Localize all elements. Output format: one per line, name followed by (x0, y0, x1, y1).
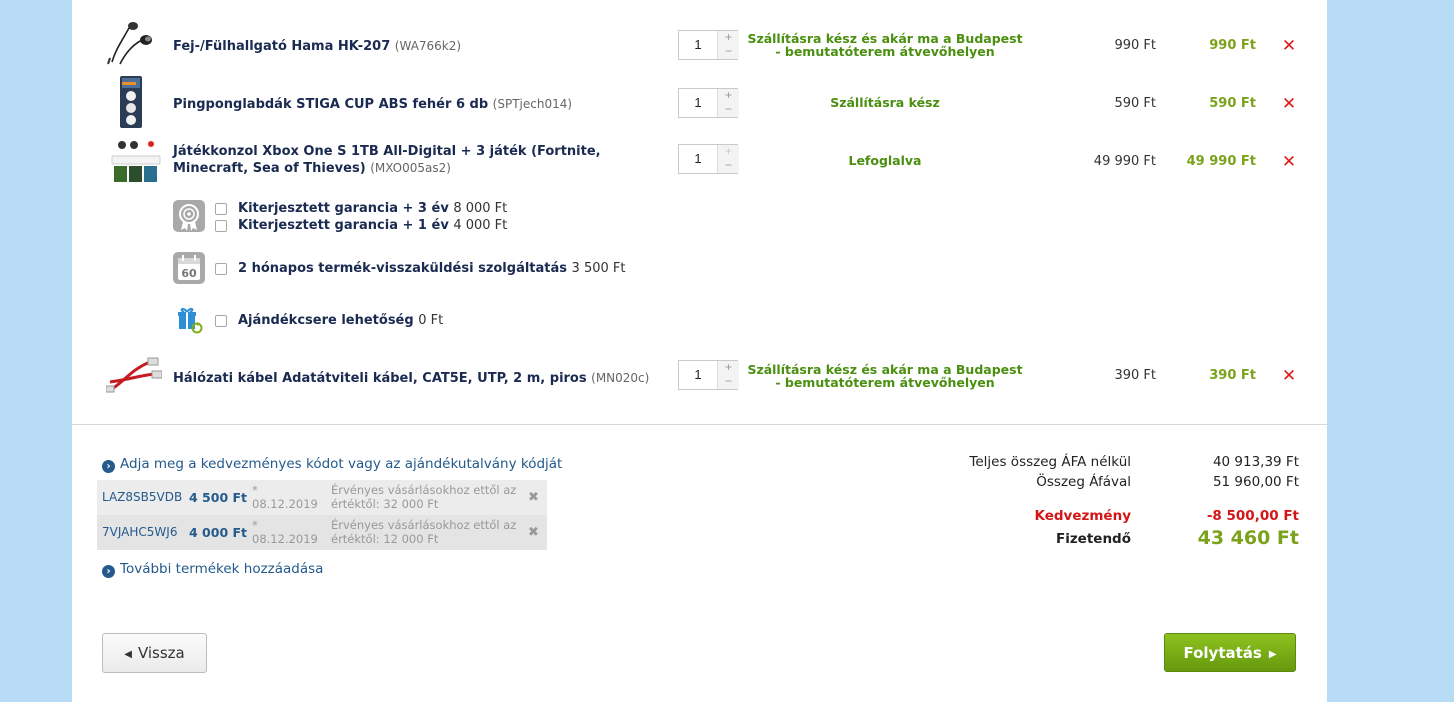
quantity-stepper[interactable]: 1 + − (678, 360, 739, 390)
availability-status: Szállításra kész (830, 95, 940, 110)
warranty-3-price: 8 000 Ft (453, 201, 508, 216)
calendar-days-text: 60 (181, 267, 197, 280)
quantity-input[interactable]: 1 (679, 145, 717, 173)
line-total: 390 Ft (1209, 368, 1256, 383)
coupon-date: * 08.12.2019 (252, 483, 318, 511)
remove-coupon-icon[interactable]: ✖ (528, 490, 539, 505)
earphones-image[interactable] (106, 18, 162, 66)
warranty-1-price: 4 000 Ft (453, 218, 508, 233)
gift-exchange-checkbox[interactable] (215, 315, 227, 327)
coupon-code: LAZ8SB5VDB (102, 490, 183, 504)
quantity-stepper[interactable]: 1 + − (678, 30, 739, 60)
discount-code-link[interactable]: › Adja meg a kedvezményes kódot vagy az a… (102, 456, 562, 473)
line-total: 590 Ft (1209, 96, 1256, 111)
caret-right-icon: ▶ (1268, 649, 1277, 660)
pingpong-balls-image[interactable] (116, 74, 148, 130)
product-name[interactable]: Hálózati kábel Adatátviteli kábel, CAT5E… (173, 370, 649, 387)
caret-left-icon: ◀ (124, 649, 132, 660)
coupon-row: LAZ8SB5VDB 4 500 Ft * 08.12.2019 Érvénye… (97, 480, 547, 515)
product-name[interactable]: Fej-/Fülhallgató Hama HK-207 (WA766k2) (173, 38, 461, 55)
coupon-date: * 08.12.2019 (252, 518, 318, 546)
remove-item-icon[interactable]: ✕ (1280, 367, 1298, 385)
cart-item: Fej-/Fülhallgató Hama HK-207 (WA766k2) 1… (72, 18, 1327, 74)
coupon-list: LAZ8SB5VDB 4 500 Ft * 08.12.2019 Érvénye… (97, 480, 547, 550)
minus-icon[interactable]: − (717, 375, 739, 389)
quantity-input[interactable]: 1 (679, 361, 717, 389)
network-cable-image[interactable] (106, 350, 162, 398)
cart-item: Pingponglabdák STIGA CUP ABS fehér 6 db … (72, 74, 1327, 130)
minus-icon[interactable]: − (717, 159, 739, 173)
warranty-3-checkbox[interactable] (215, 203, 227, 215)
gift-exchange-icon (178, 307, 203, 334)
coupon-amount: 4 000 Ft (189, 525, 248, 540)
warranty-1-label[interactable]: Kiterjesztett garancia + 1 év 4 000 Ft (238, 218, 507, 233)
payable-label: Fizetendő (1055, 531, 1131, 547)
coupon-description: Érvényes vásárlásokhoz ettől az értéktől… (331, 483, 517, 511)
continue-button[interactable]: Folytatás ▶ (1164, 633, 1296, 672)
unit-price: 49 990 Ft (1093, 154, 1156, 169)
discount-label: Kedvezmény (1034, 508, 1132, 524)
remove-coupon-icon[interactable]: ✖ (528, 525, 539, 540)
coupon-code: 7VJAHC5WJ6 (102, 525, 178, 539)
gross-total-label: Összeg Áfával (1036, 474, 1131, 490)
unit-price: 990 Ft (1114, 38, 1156, 53)
coupon-amount: 4 500 Ft (189, 490, 248, 505)
gift-exchange-label[interactable]: Ajándékcsere lehetőség 0 Ft (238, 313, 443, 328)
gift-exchange-price: 0 Ft (418, 313, 444, 328)
availability-status: Szállításra kész és akár ma a Budapest -… (747, 362, 1023, 390)
remove-item-icon[interactable]: ✕ (1280, 37, 1298, 55)
warranty-icon (173, 200, 205, 232)
calendar-return-icon: 60 (173, 252, 205, 284)
product-code: (MXO005as2) (370, 161, 451, 175)
discount-value: -8 500,00 Ft (1206, 508, 1299, 524)
return-service-price: 3 500 Ft (571, 261, 626, 276)
payable-value: 43 460 Ft (1197, 527, 1299, 549)
product-name[interactable]: Pingponglabdák STIGA CUP ABS fehér 6 db … (173, 96, 572, 113)
minus-icon[interactable]: − (717, 103, 739, 117)
remove-item-icon[interactable]: ✕ (1280, 153, 1298, 171)
gross-total-value: 51 960,00 Ft (1212, 474, 1299, 490)
xbox-console-image[interactable] (110, 138, 162, 184)
net-total-value: 40 913,39 Ft (1212, 454, 1299, 470)
coupon-description: Érvényes vásárlásokhoz ettől az értéktől… (331, 518, 517, 546)
remove-item-icon[interactable]: ✕ (1280, 95, 1298, 113)
minus-icon[interactable]: − (717, 45, 739, 59)
unit-price: 390 Ft (1114, 368, 1156, 383)
quantity-stepper[interactable]: 1 + − (678, 144, 739, 174)
net-total-label: Teljes összeg ÁFA nélkül (969, 454, 1131, 470)
availability-status: Szállításra kész és akár ma a Budapest -… (747, 31, 1023, 59)
return-service-label[interactable]: 2 hónapos termék-visszaküldési szolgálta… (238, 261, 625, 276)
back-button[interactable]: ◀ Vissza (102, 633, 207, 673)
quantity-input[interactable]: 1 (679, 89, 717, 117)
return-service-checkbox[interactable] (215, 263, 227, 275)
add-more-products-link[interactable]: › További termékek hozzáadása (102, 561, 323, 578)
chevron-right-icon: › (102, 565, 115, 578)
warranty-1-checkbox[interactable] (215, 220, 227, 232)
product-name[interactable]: Játékkonzol Xbox One S 1TB All-Digital +… (173, 144, 673, 177)
product-code: (SPTjech014) (492, 97, 573, 111)
product-code: (MN020c) (591, 371, 650, 385)
chevron-right-icon: › (102, 460, 115, 473)
line-total: 990 Ft (1209, 38, 1256, 53)
warranty-3-label[interactable]: Kiterjesztett garancia + 3 év 8 000 Ft (238, 201, 507, 216)
unit-price: 590 Ft (1114, 96, 1156, 111)
section-divider (72, 424, 1327, 425)
availability-status: Lefoglalva (848, 153, 922, 168)
product-code: (WA766k2) (394, 39, 462, 53)
quantity-stepper[interactable]: 1 + − (678, 88, 739, 118)
line-total: 49 990 Ft (1186, 154, 1256, 169)
coupon-row: 7VJAHC5WJ6 4 000 Ft * 08.12.2019 Érvénye… (97, 515, 547, 550)
cart-item: Hálózati kábel Adatátviteli kábel, CAT5E… (72, 348, 1327, 404)
quantity-input[interactable]: 1 (679, 31, 717, 59)
cart-item: Játékkonzol Xbox One S 1TB All-Digital +… (72, 136, 1327, 190)
cart-page: Fej-/Fülhallgató Hama HK-207 (WA766k2) 1… (72, 0, 1327, 702)
